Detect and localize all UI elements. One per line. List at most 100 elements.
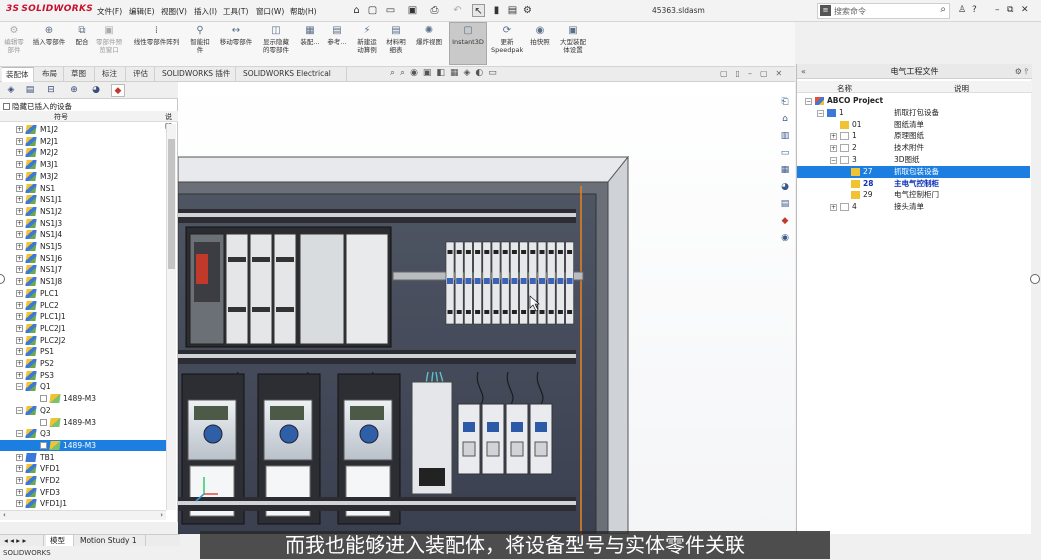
expand-toggle-icon[interactable]: − (830, 157, 837, 164)
ribbon-button[interactable]: ⊕ 插入零部件 (29, 25, 69, 46)
heads-up-view-toolbar[interactable]: ⌕⌕◉▣◧▦◈◐▭ (390, 68, 570, 80)
column-mark-header[interactable]: 符号 (54, 112, 68, 122)
search-icon[interactable]: ⌕ (940, 4, 946, 15)
expand-toggle-icon[interactable]: + (16, 266, 23, 274)
ribbon-button[interactable]: ⚙ 编辑零 部件 (2, 25, 26, 54)
expand-toggle-icon[interactable]: + (830, 133, 837, 141)
electrical-project-icon[interactable]: ◆ (778, 215, 792, 228)
expand-toggle-icon[interactable]: + (16, 161, 23, 169)
component-tree-row[interactable]: + M2J2 (0, 147, 166, 158)
right-resize-handle[interactable] (1030, 274, 1040, 284)
open-folder-icon[interactable]: ▭ (384, 4, 397, 17)
expand-toggle-icon[interactable]: + (16, 184, 23, 192)
row-checkbox[interactable] (40, 441, 47, 449)
project-tree-row[interactable]: − ABCO Project (797, 95, 1030, 107)
appearances-icon[interactable]: ◕ (778, 181, 792, 194)
minimize-icon[interactable]: – (995, 5, 1000, 15)
restore-icon[interactable]: ⧉ (1007, 5, 1013, 15)
file-explorer-icon[interactable]: ▭ (778, 147, 792, 160)
select-icon[interactable]: ↖ (472, 4, 485, 17)
component-tree-row[interactable]: + VFD2 (0, 475, 166, 486)
project-tree-row[interactable]: 29 电气控制柜门 (797, 189, 1030, 201)
component-tree-row[interactable]: + NS1J1 (0, 194, 166, 205)
expand-toggle-icon[interactable]: + (16, 207, 23, 215)
expand-toggle-icon[interactable]: + (16, 289, 23, 297)
ribbon-button[interactable]: ✺ 爆炸视图 (412, 25, 446, 46)
collapse-icon[interactable]: « (801, 64, 806, 79)
component-tree-row[interactable]: + M2J1 (0, 136, 166, 147)
component-tree-row[interactable]: + NS1J4 (0, 229, 166, 240)
ribbon-button[interactable]: ⁞ 线性零部件阵列 (129, 25, 184, 46)
expand-toggle-icon[interactable]: + (16, 254, 23, 262)
ribbon-button[interactable]: ▢ Instant3D (451, 25, 485, 46)
component-tree-row[interactable]: + PLC2J2 (0, 335, 166, 346)
home-icon[interactable]: ⌂ (778, 113, 792, 126)
expand-toggle-icon[interactable]: + (830, 204, 837, 212)
ribbon-button[interactable]: ◫ 显示隐藏 的零部件 (259, 25, 293, 54)
project-tree-row[interactable]: 27 抓取包装设备 (797, 165, 1030, 178)
command-tab[interactable]: SOLIDWORKS 插件 (158, 67, 236, 82)
display-manager-icon[interactable]: ◕ (89, 84, 103, 97)
ribbon-button[interactable]: ▤ 参考... (326, 25, 348, 46)
ribbon-button[interactable]: ▣ 大型装配 体设置 (555, 25, 591, 54)
menu-item[interactable]: 插入(I) (194, 6, 217, 17)
component-tree-row[interactable]: + PLC2J1 (0, 323, 166, 334)
electrical-components-icon[interactable]: ◆ (111, 84, 125, 97)
component-tree-row[interactable]: 1489-M3 (0, 439, 166, 451)
expand-toggle-icon[interactable]: − (16, 383, 23, 391)
components-horizontal-scrollbar[interactable]: ‹ › (0, 510, 166, 520)
search-scope-icon[interactable]: ≡ (820, 5, 831, 16)
viewport-window-controls[interactable]: ▢▯–▢✕ (720, 69, 790, 78)
column-name-header[interactable]: 名称 (837, 83, 852, 94)
options-gear-icon[interactable]: ⚙ (521, 4, 534, 17)
menu-item[interactable]: 工具(T) (223, 6, 248, 17)
project-tree-row[interactable]: +4 接头清单 (797, 201, 1030, 213)
components-vertical-scrollbar[interactable] (166, 124, 176, 510)
expand-toggle-icon[interactable]: + (830, 145, 837, 153)
component-tree-row[interactable]: + NS1J3 (0, 218, 166, 229)
expand-toggle-icon[interactable]: + (16, 500, 23, 508)
expand-toggle-icon[interactable]: − (805, 98, 812, 105)
column-desc-header[interactable]: 说明 (954, 83, 969, 94)
custom-properties-icon[interactable]: ▤ (778, 198, 792, 211)
expand-toggle-icon[interactable]: − (16, 406, 23, 414)
component-tree-row[interactable]: − Q1 (0, 381, 166, 392)
component-tree-row[interactable]: + NS1J5 (0, 241, 166, 252)
expand-toggle-icon[interactable]: + (16, 488, 23, 496)
command-tab[interactable]: SOLIDWORKS Electrical 3D (239, 67, 347, 92)
component-tree-row[interactable]: + NS1J6 (0, 253, 166, 264)
project-tree-row[interactable]: 28 主电气控制柜 (797, 178, 1030, 190)
expand-toggle-icon[interactable]: + (16, 336, 23, 344)
expand-toggle-icon[interactable]: + (16, 196, 23, 204)
undo-icon[interactable]: ↶ (451, 4, 464, 17)
menu-item[interactable]: 视图(V) (161, 6, 187, 17)
forum-icon[interactable]: ◉ (778, 232, 792, 245)
feature-tree-icon[interactable]: ◈ (4, 84, 18, 97)
3d-graphics-viewport[interactable] (178, 82, 795, 534)
expand-toggle-icon[interactable]: + (16, 360, 23, 367)
component-tree-row[interactable]: 1489-M3 (0, 417, 166, 428)
solidworks-logo[interactable]: 3S SOLIDWORKS (6, 4, 93, 14)
project-tree-row[interactable]: +1 原理图纸 (797, 130, 1030, 142)
command-tab[interactable]: 评估 (129, 67, 155, 82)
component-tree-row[interactable]: − Q2 (0, 405, 166, 416)
rebuild-icon[interactable]: ▮ (490, 4, 503, 17)
expand-toggle-icon[interactable]: + (16, 172, 23, 180)
component-tree-row[interactable]: + PLC2 (0, 300, 166, 311)
view-palette-icon[interactable]: ▦ (778, 164, 792, 177)
solidworks-resources-icon[interactable]: ⎗ (778, 96, 792, 109)
menu-item[interactable]: 文件(F) (97, 6, 122, 17)
ribbon-button[interactable]: ⟳ 更新 Speedpak (491, 25, 523, 54)
component-tree-row[interactable]: + NS1J2 (0, 206, 166, 217)
checkbox-box[interactable] (3, 103, 10, 110)
command-tab[interactable]: 装配体 (2, 67, 34, 82)
component-tree-row[interactable]: − Q3 (0, 428, 166, 439)
ribbon-button[interactable]: ▤ 材料明 细表 (385, 25, 407, 54)
expand-toggle-icon[interactable]: + (16, 324, 23, 332)
expand-toggle-icon[interactable]: − (16, 430, 23, 438)
user-icon[interactable]: ♙ (958, 5, 966, 15)
property-manager-icon[interactable]: ▤ (23, 84, 37, 97)
ribbon-button[interactable]: ⚲ 智能扣 件 (188, 25, 212, 54)
print-icon[interactable]: ⎙ (428, 4, 441, 17)
expand-toggle-icon[interactable]: + (16, 465, 23, 473)
